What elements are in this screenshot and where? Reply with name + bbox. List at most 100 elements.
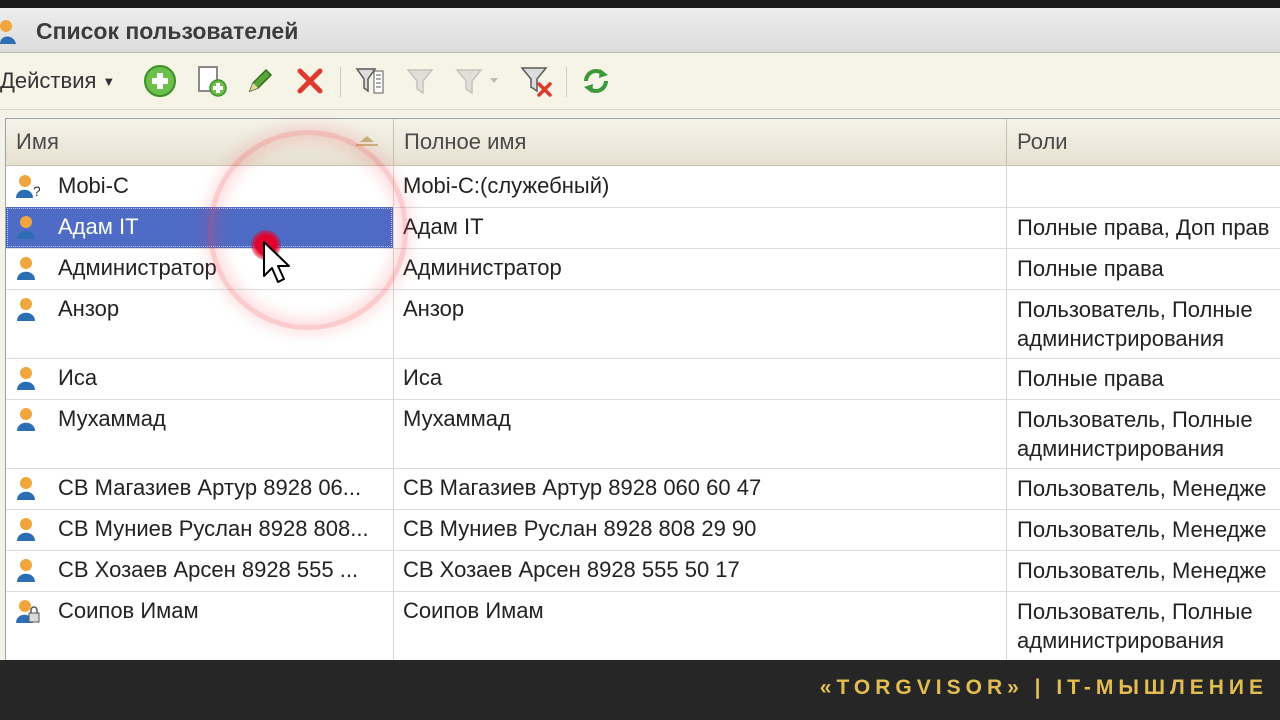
cell-roles[interactable]: Пользователь, Полные администрирования [1007, 289, 1280, 358]
users-list-window: Список пользователей Действия ▼ Имя Полн… [0, 8, 1280, 660]
add-button[interactable] [140, 53, 180, 109]
delete-button[interactable] [290, 53, 330, 109]
cell-full-name[interactable]: СВ Хозаев Арсен 8928 555 50 17 [394, 550, 1006, 591]
user-icon [17, 216, 35, 239]
toolbar-separator [340, 67, 341, 97]
chevron-down-icon: ▼ [102, 73, 116, 89]
cell-full-name[interactable]: Анзор [394, 289, 1006, 358]
user-name: Mobi-C [58, 173, 129, 198]
filter-settings-icon [355, 68, 384, 94]
table-row[interactable]: Мухаммад Мухаммад Пользователь, Полные адм… [6, 399, 1280, 469]
user-icon [0, 20, 16, 44]
user-name: Иса [58, 365, 98, 390]
cell-roles[interactable]: Пользователь, Полные администрирования [1007, 399, 1280, 468]
cell-name[interactable]: СВ Хозаев Арсен 8928 555 ... [6, 550, 393, 591]
cell-name[interactable]: СВ Магазиев Артур 8928 06... [6, 468, 393, 509]
edit-icon [248, 68, 273, 93]
user-icon [17, 298, 35, 321]
cell-roles[interactable]: Полные права [1007, 358, 1280, 399]
column-header-label: Имя [16, 129, 59, 154]
cell-roles[interactable]: Пользователь, Менедже [1007, 509, 1280, 550]
user-name: Администратор [58, 255, 217, 280]
cell-full-name[interactable]: Иса [394, 358, 1006, 399]
column-header-label: Полное имя [404, 129, 527, 154]
column-header-name[interactable]: Имя [6, 119, 393, 165]
table-row[interactable]: Адам IT Адам IT Полные права, Доп прав [6, 207, 1280, 249]
cell-name[interactable]: СВ Муниев Руслан 8928 808... [6, 509, 393, 550]
filter-clear-icon [520, 67, 552, 97]
table-row[interactable]: СВ Муниев Руслан 8928 808... СВ Муниев Ру… [6, 509, 1280, 551]
filter-history-button[interactable] [448, 53, 508, 109]
column-header-full-name[interactable]: Полное имя [394, 119, 1006, 165]
cell-roles[interactable]: Полные права [1007, 248, 1280, 289]
cell-full-name[interactable]: СВ Муниев Руслан 8928 808 29 90 [394, 509, 1006, 550]
user-icon [17, 518, 35, 541]
cell-roles[interactable]: Пользователь, Полные администрирования [1007, 591, 1280, 660]
cell-name[interactable]: Мухаммад [6, 399, 393, 468]
clear-filter-button[interactable] [516, 53, 556, 109]
user-icon [17, 257, 35, 280]
sort-ascending-icon [356, 136, 378, 146]
delete-icon [297, 68, 323, 94]
toolbar-separator [566, 67, 567, 97]
cell-full-name[interactable]: Мухаммад [394, 399, 1006, 468]
filter-by-value-button[interactable] [400, 53, 440, 109]
user-name: СВ Магазиев Артур 8928 06... [58, 475, 362, 500]
cell-full-name[interactable]: СВ Магазиев Артур 8928 060 60 47 [394, 468, 1006, 509]
user-name: Анзор [58, 296, 120, 321]
cell-name[interactable]: ? Mobi-C [6, 166, 393, 207]
user-unknown-icon: ? [16, 175, 40, 198]
user-icon [17, 477, 35, 500]
table-row[interactable]: СВ Хозаев Арсен 8928 555 ... СВ Хозаев Ар… [6, 550, 1280, 592]
user-icon [17, 559, 35, 582]
cell-roles[interactable]: Пользователь, Менедже [1007, 550, 1280, 591]
cell-name[interactable]: Анзор [6, 289, 393, 358]
cell-name[interactable]: Администратор [6, 248, 393, 289]
cell-roles[interactable]: Полные права, Доп прав [1007, 207, 1280, 248]
table-row[interactable]: СВ Магазиев Артур 8928 06... СВ Магазиев … [6, 468, 1280, 510]
table-row[interactable]: Анзор Анзор Пользователь, Полные администр… [6, 289, 1280, 359]
table-row[interactable]: Иса Иса Полные права [6, 358, 1280, 400]
column-header-roles[interactable]: Роли [1007, 119, 1280, 165]
table-row[interactable]: ? Mobi-C Mobi-C:(служебный) [6, 166, 1280, 208]
cell-name[interactable]: Соипов Имам [6, 591, 393, 660]
user-name: Адам IT [58, 214, 139, 239]
actions-label: Действия [0, 68, 97, 93]
user-name: Мухаммад [58, 406, 166, 431]
copy-button[interactable] [192, 53, 232, 109]
window-title: Список пользователей [36, 18, 299, 44]
cell-name[interactable]: Иса [6, 358, 393, 399]
refresh-button[interactable] [576, 53, 616, 109]
cell-roles[interactable]: Пользователь, Менедже [1007, 468, 1280, 509]
actions-menu-button[interactable]: Действия ▼ [0, 53, 132, 109]
table-row[interactable]: Администратор Администратор Полные права [6, 248, 1280, 290]
user-icon [17, 408, 35, 431]
cell-full-name[interactable]: Администратор [394, 248, 1006, 289]
copy-icon [198, 66, 227, 97]
table-row[interactable]: Соипов Имам Соипов Имам Пользователь, Полн… [6, 591, 1280, 660]
cell-name[interactable]: Адам IT [6, 207, 393, 248]
column-header-label: Роли [1017, 129, 1068, 154]
user-name: Соипов Имам [58, 598, 199, 623]
cell-roles[interactable] [1007, 166, 1280, 207]
users-table: Имя Полное имя Роли ? Mobi-C Mobi-C:(служе… [5, 118, 1280, 660]
user-name: СВ Муниев Руслан 8928 808... [58, 516, 369, 541]
title-bar: Список пользователей [0, 8, 1280, 53]
edit-button[interactable] [240, 53, 280, 109]
filter-by-value-icon [406, 69, 434, 95]
user-locked-icon [16, 600, 40, 623]
user-icon [17, 367, 35, 390]
brand-caption: «TORGVISOR» | IT-МЫШЛЕНИЕ [819, 676, 1268, 699]
filter-history-icon [455, 69, 498, 95]
filter-settings-button[interactable] [350, 53, 390, 109]
cell-full-name[interactable]: Mobi-C:(служебный) [394, 166, 1006, 207]
footer-banner: «TORGVISOR» | IT-МЫШЛЕНИЕ [0, 660, 1280, 720]
add-icon [144, 65, 176, 97]
svg-text:?: ? [33, 183, 40, 198]
user-name: СВ Хозаев Арсен 8928 555 ... [58, 557, 359, 582]
screen-top-bar [0, 0, 1280, 8]
cell-full-name[interactable]: Адам IT [394, 207, 1006, 248]
table-header: Имя Полное имя Роли [6, 119, 1280, 166]
refresh-icon [584, 69, 608, 93]
cell-full-name[interactable]: Соипов Имам [394, 591, 1006, 660]
